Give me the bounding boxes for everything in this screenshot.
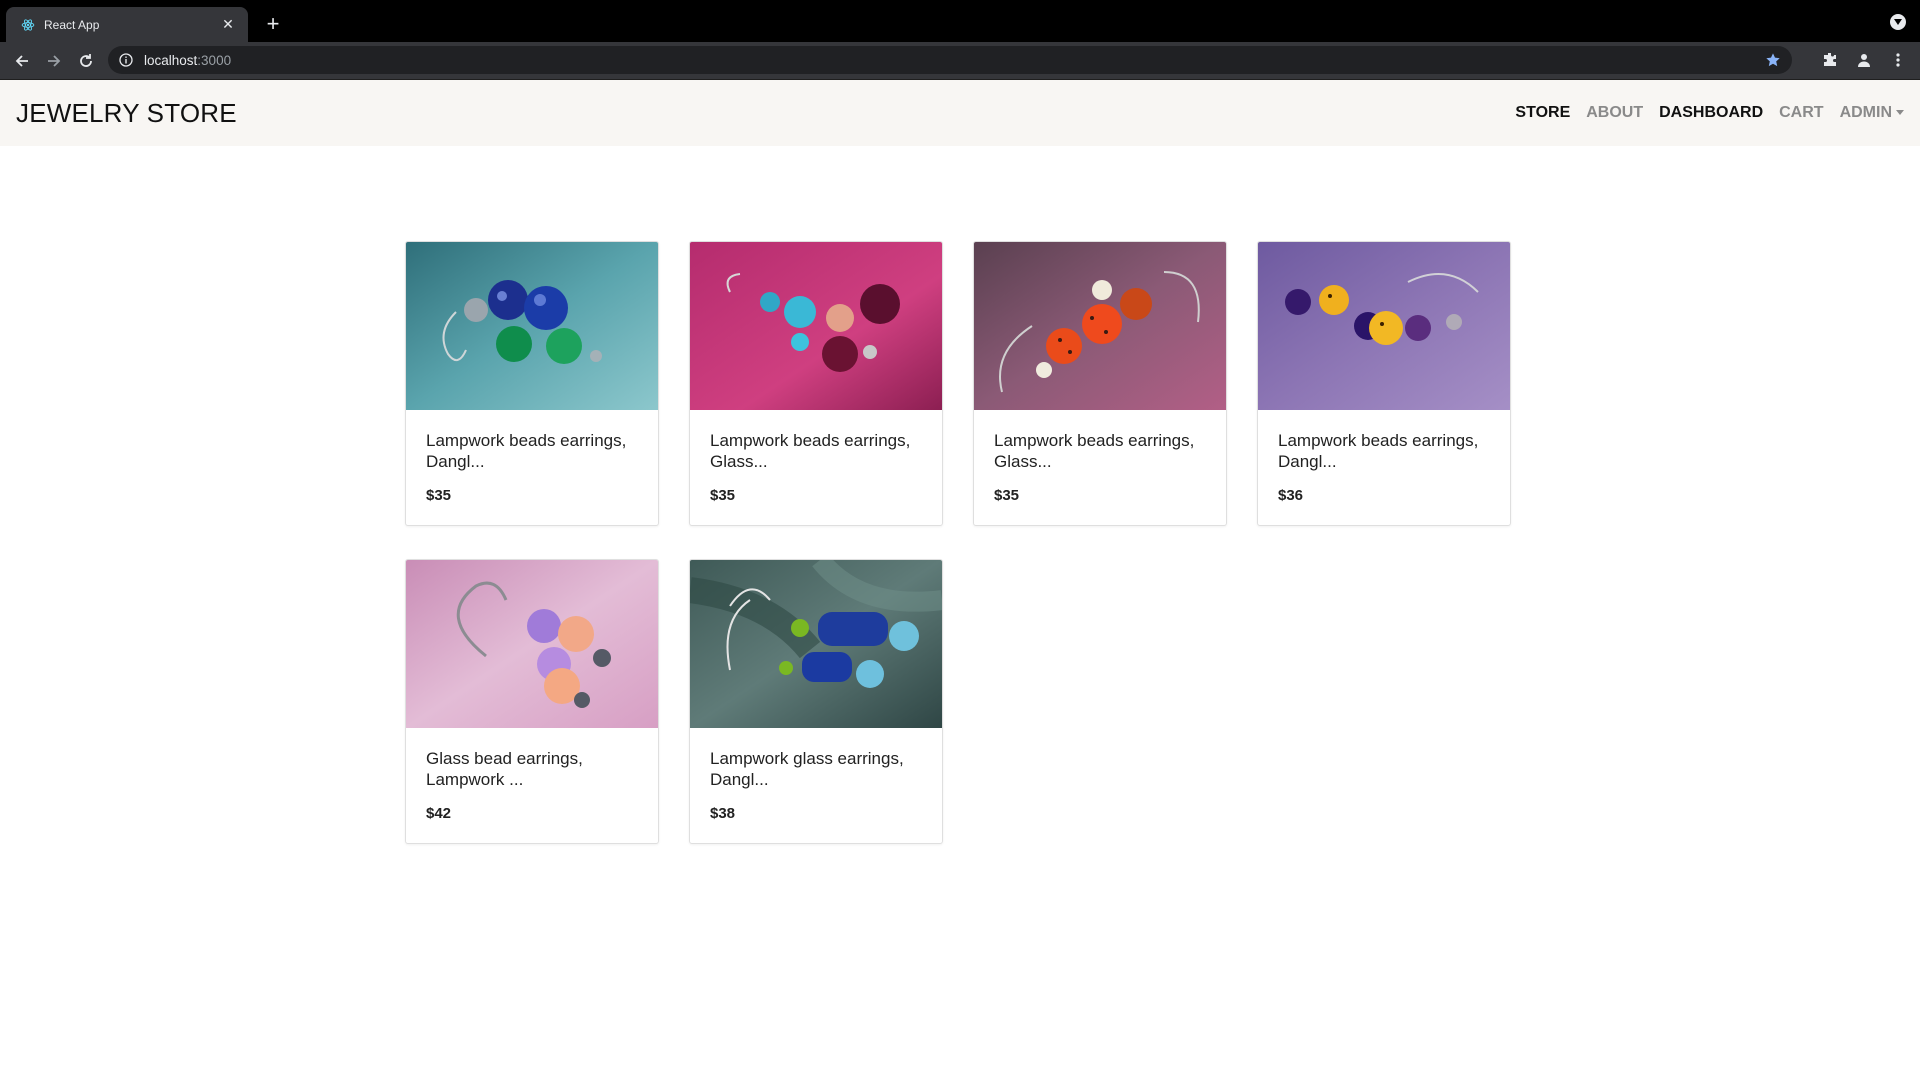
browser-menu-icon[interactable] (1884, 46, 1912, 74)
card-body: Lampwork beads earrings, Glass... $35 (974, 410, 1226, 504)
product-image (406, 560, 658, 728)
product-name: Lampwork beads earrings, Glass... (710, 431, 911, 471)
url-text: localhost:3000 (144, 53, 1764, 68)
browser-chrome: React App ✕ + localhost:3000 (0, 0, 1920, 80)
card-body: Lampwork beads earrings, Glass... $35 (690, 410, 942, 504)
react-logo-icon (20, 17, 36, 33)
browser-toolbar: localhost:3000 (0, 42, 1920, 80)
product-card[interactable]: Lampwork beads earrings, Dangl... $35 (405, 241, 659, 526)
product-card[interactable]: Glass bead earrings, Lampwork ... $42 (405, 559, 659, 844)
product-image (406, 242, 658, 410)
nav-link-admin-dropdown[interactable]: ADMIN (1840, 104, 1904, 122)
product-name: Lampwork beads earrings, Glass... (994, 431, 1195, 471)
tab-title: React App (44, 17, 100, 32)
url-host: localhost (144, 52, 198, 68)
product-price: $35 (426, 487, 452, 504)
nav-links: STORE ABOUT DASHBOARD CART ADMIN (1515, 104, 1904, 122)
card-body: Lampwork beads earrings, Dangl... $36 (1258, 410, 1510, 504)
url-port: :3000 (197, 52, 232, 68)
tab-strip: React App ✕ + (0, 0, 1920, 42)
product-name: Lampwork glass earrings, Dangl... (710, 749, 904, 789)
site-info-icon[interactable] (118, 52, 134, 68)
reload-icon[interactable] (72, 47, 100, 75)
bookmark-star-icon[interactable] (1764, 51, 1782, 69)
product-image (1258, 242, 1510, 410)
product-price: $38 (710, 805, 736, 822)
card-body: Lampwork glass earrings, Dangl... $38 (690, 728, 942, 822)
tab-search-icon[interactable] (1890, 14, 1906, 30)
toolbar-right (1816, 46, 1912, 74)
product-grid: Lampwork beads earrings, Dangl... $35 Lam… (405, 241, 1515, 844)
product-card[interactable]: Lampwork beads earrings, Glass... $35 (689, 241, 943, 526)
product-image (974, 242, 1226, 410)
product-name: Lampwork beads earrings, Dangl... (1278, 431, 1479, 471)
nav-link-about[interactable]: ABOUT (1586, 104, 1643, 122)
nav-link-cart[interactable]: CART (1779, 104, 1823, 122)
product-card[interactable]: Lampwork beads earrings, Dangl... $36 (1257, 241, 1511, 526)
address-bar[interactable]: localhost:3000 (108, 46, 1792, 74)
dropdown-caret-icon (1896, 110, 1904, 116)
brand-logo-text[interactable]: JEWELRY STORE (16, 98, 237, 129)
product-name: Lampwork beads earrings, Dangl... (426, 431, 627, 471)
back-icon[interactable] (8, 47, 36, 75)
product-name: Glass bead earrings, Lampwork ... (426, 749, 583, 789)
nav-link-dashboard[interactable]: DASHBOARD (1659, 104, 1763, 122)
product-price: $36 (1278, 487, 1304, 504)
product-price: $35 (710, 487, 736, 504)
site-navbar: JEWELRY STORE STORE ABOUT DASHBOARD CART… (0, 80, 1920, 146)
product-card[interactable]: Lampwork beads earrings, Glass... $35 (973, 241, 1227, 526)
product-card[interactable]: Lampwork glass earrings, Dangl... $38 (689, 559, 943, 844)
product-price: $35 (994, 487, 1020, 504)
forward-icon[interactable] (40, 47, 68, 75)
tab-close-icon[interactable]: ✕ (220, 16, 236, 33)
browser-tab[interactable]: React App ✕ (6, 7, 248, 42)
profile-icon[interactable] (1850, 46, 1878, 74)
product-price: $42 (426, 805, 452, 822)
card-body: Glass bead earrings, Lampwork ... $42 (406, 728, 658, 822)
nav-link-admin-label: ADMIN (1839, 104, 1892, 121)
nav-link-store[interactable]: STORE (1515, 104, 1570, 122)
product-image (690, 560, 942, 728)
card-body: Lampwork beads earrings, Dangl... $35 (406, 410, 658, 504)
product-image (690, 242, 942, 410)
extensions-icon[interactable] (1816, 46, 1844, 74)
new-tab-button[interactable]: + (260, 11, 286, 37)
